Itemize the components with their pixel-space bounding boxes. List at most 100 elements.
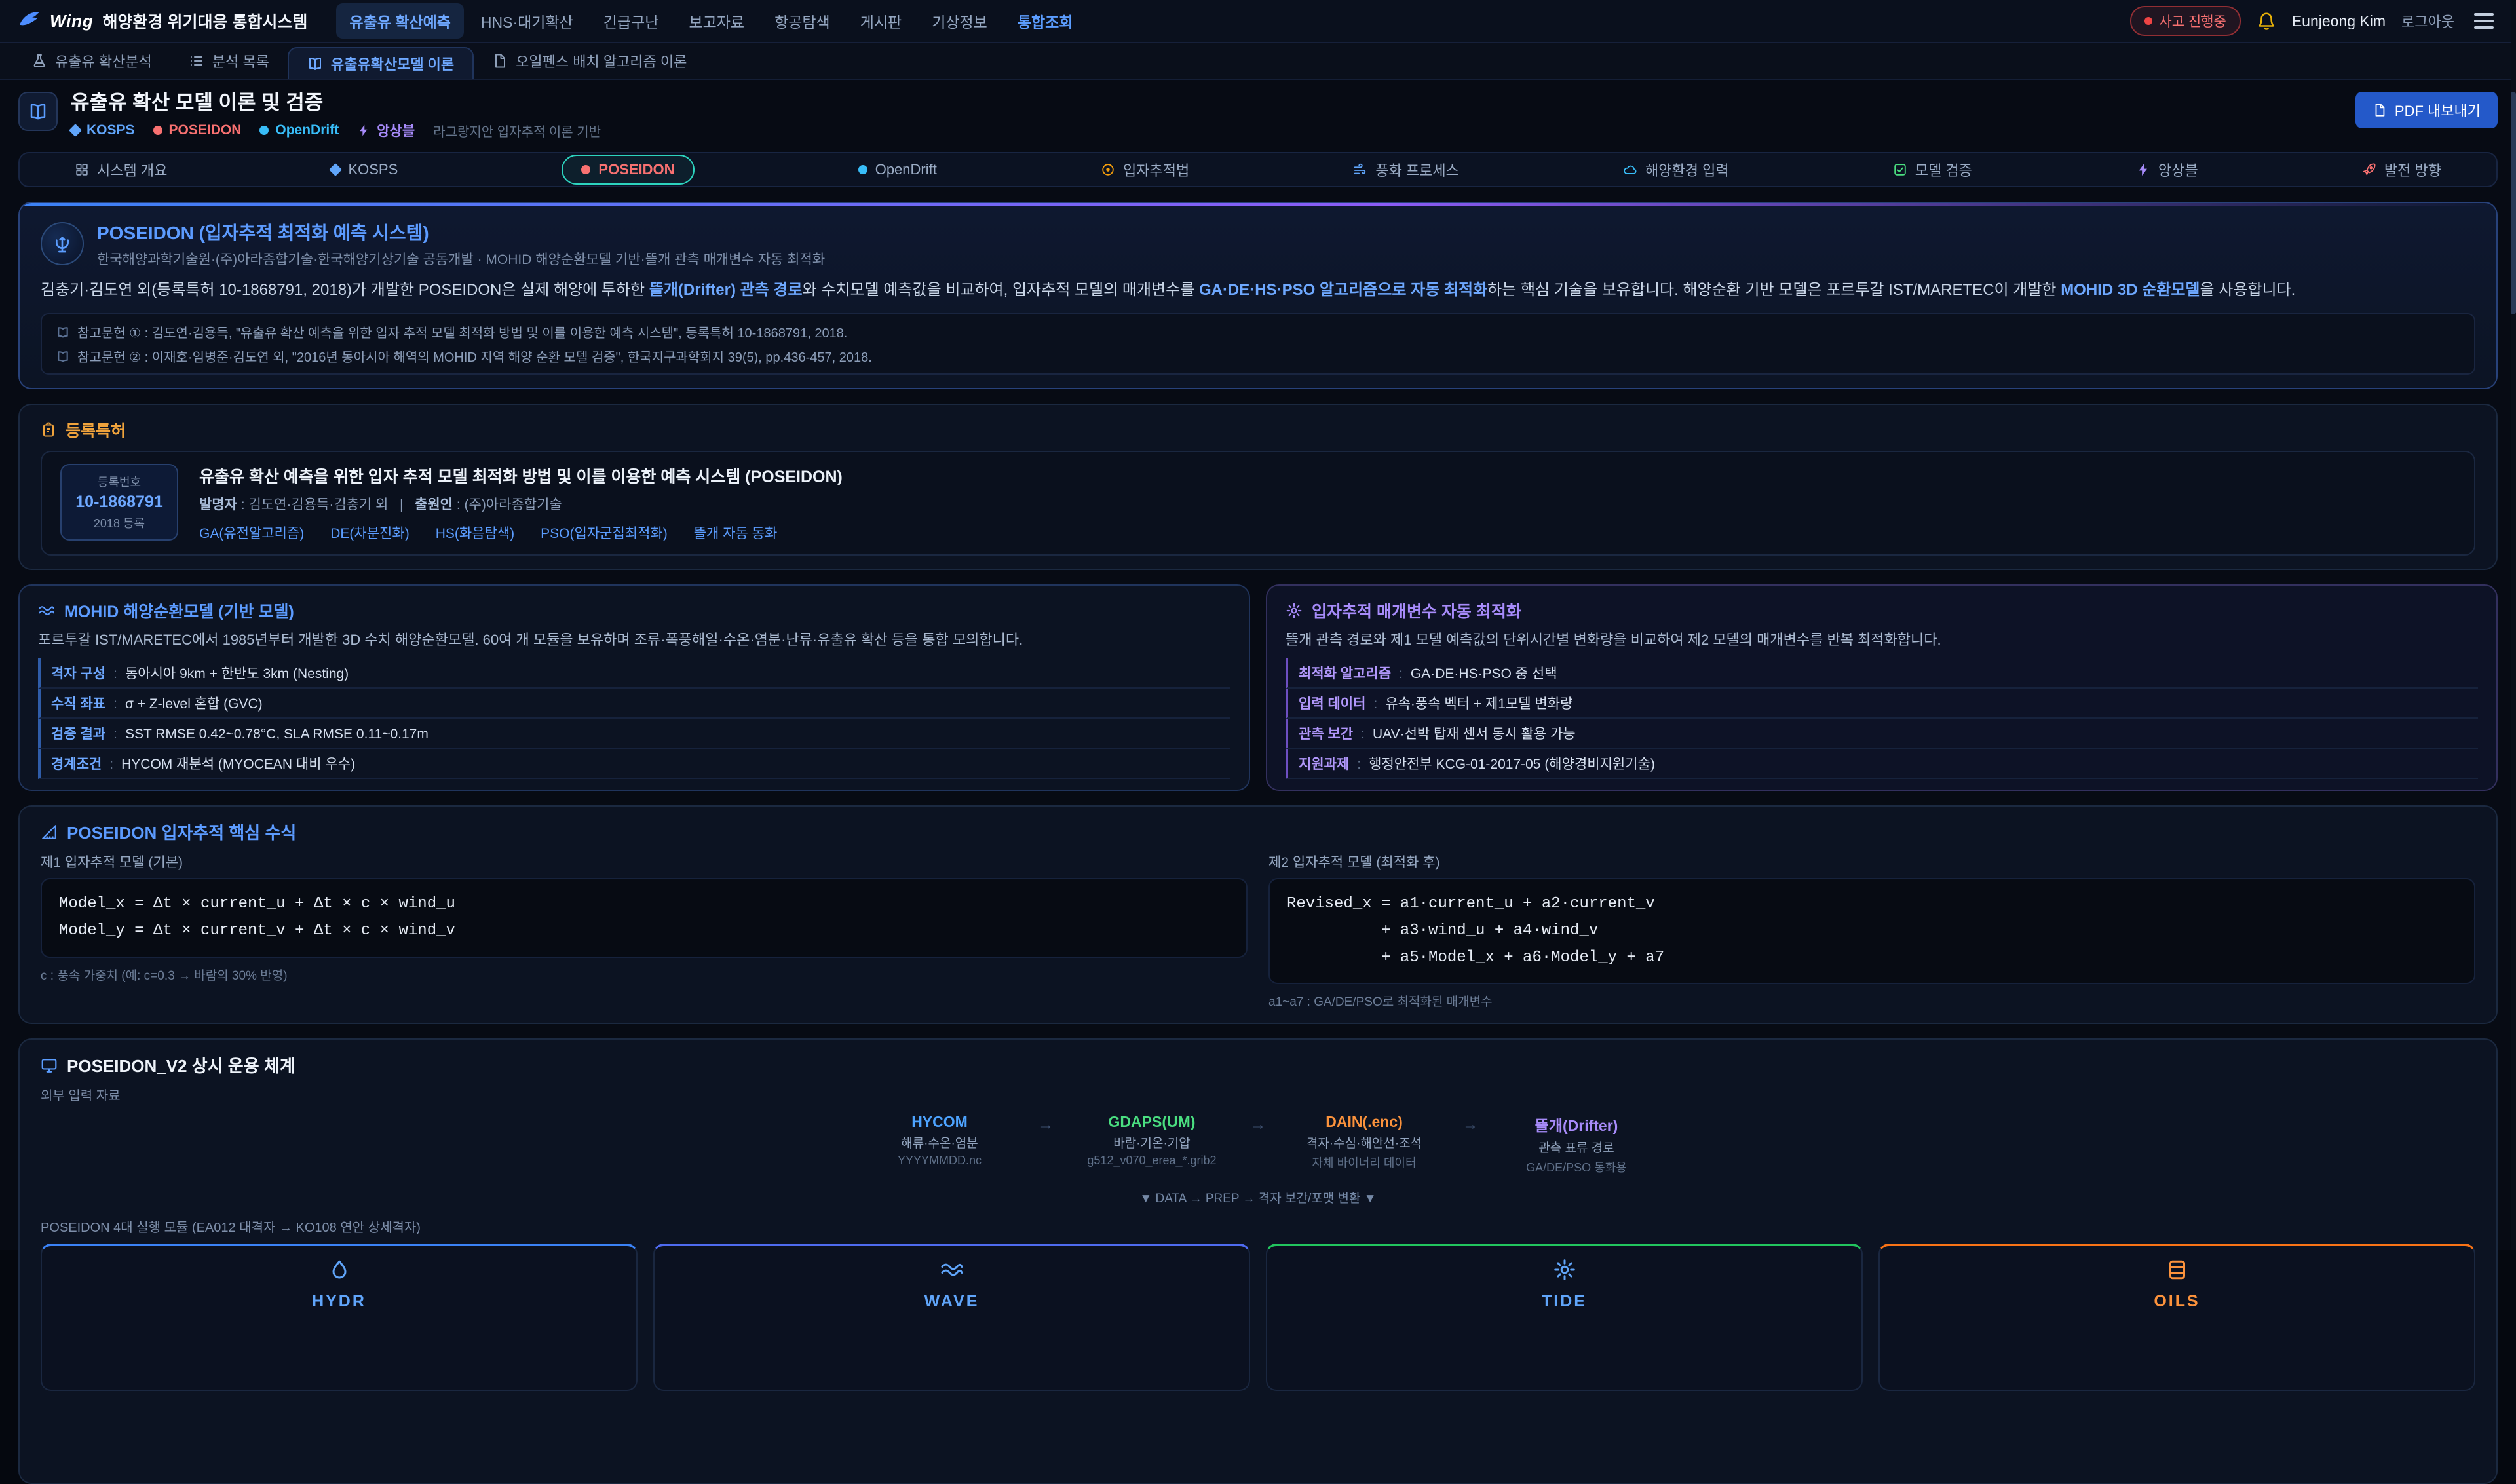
module-card-tide[interactable]: TIDE (1266, 1244, 1863, 1391)
poseidon-title-block: POSEIDON (입자추적 최적화 예측 시스템) 한국해양과학기술원·(주)… (97, 219, 825, 269)
flow-node-drifter: 뜰개(Drifter) 관측 표류 경로 GA/DE/PSO 동화용 (1499, 1113, 1654, 1175)
flow-node-dain: DAIN(.enc) 격자·수심·해안선·조석 자체 바이너리 데이터 (1287, 1113, 1441, 1171)
section-tab-validation[interactable]: 모델 검증 (1893, 159, 1972, 180)
patent-tag-pso[interactable]: PSO(입자군집최적화) (541, 523, 668, 542)
formula-model1: 제1 입자추적 모델 (기본) Model_x = Δt × current_u… (41, 844, 1248, 1010)
section-tab-future[interactable]: 발전 방향 (2362, 159, 2441, 180)
tab-analysis-list[interactable]: 분석 목록 (170, 43, 288, 79)
nav-item-board[interactable]: 게시판 (847, 3, 915, 39)
app-title: 해양환경 위기대응 통합시스템 (103, 9, 308, 33)
poseidon-description: 김충기·김도연 외(등록특허 10-1868791, 2018)가 개발한 PO… (41, 278, 2475, 303)
module-card-oils[interactable]: OILS (1878, 1244, 2475, 1391)
cloud-icon (1623, 162, 1637, 177)
module-card-hydr[interactable]: HYDR (41, 1244, 638, 1391)
list-icon (189, 53, 204, 69)
app-logo[interactable]: Wing 해양환경 위기대응 통합시스템 (18, 9, 307, 33)
book-icon (56, 326, 69, 339)
rocket-icon (2362, 162, 2376, 177)
patent-card: 등록특허 등록번호 10-1868791 2018 등록 유출유 확산 예측을 … (18, 404, 2498, 570)
section-tab-bar: 시스템 개요 KOSPS POSEIDON OpenDrift 입자추적법 풍화… (18, 152, 2498, 187)
user-name: Eunjeong Kim (2292, 12, 2386, 30)
beaker-icon (31, 53, 47, 69)
poseidon-title: POSEIDON (입자추적 최적화 예측 시스템) (97, 219, 825, 245)
monitor-icon (41, 1057, 58, 1074)
section-tab-particle-tracking[interactable]: 입자추적법 (1101, 159, 1189, 180)
logo-text: Wing (50, 11, 94, 31)
hamburger-menu-icon[interactable] (2470, 9, 2498, 33)
section-tab-weathering[interactable]: 풍화 프로세스 (1353, 159, 1459, 180)
patent-tag-de[interactable]: DE(차분진화) (330, 523, 409, 542)
section-tab-poseidon[interactable]: POSEIDON (562, 155, 694, 185)
formula-card: POSEIDON 입자추적 핵심 수식 제1 입자추적 모델 (기본) Mode… (18, 805, 2498, 1024)
badge-ensemble: 앙상블 (357, 121, 415, 140)
section-tab-opendrift[interactable]: OpenDrift (858, 161, 937, 178)
section-tab-ensemble[interactable]: 앙상블 (2136, 159, 2198, 180)
mohid-card-title: MOHID 해양순환모델 (기반 모델) (38, 599, 1230, 622)
page-title: 유출유 확산 모델 이론 및 검증 (71, 92, 601, 114)
notification-bell-icon[interactable] (2257, 11, 2276, 31)
formula-model1-label: 제1 입자추적 모델 (기본) (41, 852, 1248, 871)
mohid-card: MOHID 해양순환모델 (기반 모델) 포르투갈 IST/MARETEC에서 … (18, 584, 1250, 791)
tab-oil-fence-theory[interactable]: 오일펜스 배치 알고리즘 이론 (474, 43, 705, 79)
tab-label: 유출유 확산분석 (55, 50, 152, 71)
document-icon (492, 53, 508, 69)
logout-button[interactable]: 로그아웃 (2401, 10, 2454, 31)
spec-row-vertical: 수직 좌표:σ + Z-level 혼합 (GVC) (38, 689, 1230, 719)
patent-registration-badge: 등록번호 10-1868791 2018 등록 (60, 464, 178, 541)
patent-info: 유출유 확산 예측을 위한 입자 추적 모델 최적화 방법 및 이를 이용한 예… (199, 464, 843, 542)
page-scrollbar[interactable] (2511, 0, 2516, 1250)
formula-grid: 제1 입자추적 모델 (기본) Model_x = Δt × current_u… (41, 844, 2475, 1010)
scrollbar-thumb[interactable] (2511, 92, 2516, 314)
references-box: 참고문헌 ① : 김도연·김용득, "유출유 확산 예측을 위한 입자 추적 모… (41, 313, 2475, 375)
module-card-wave[interactable]: WAVE (653, 1244, 1250, 1391)
nav-item-reports[interactable]: 보고자료 (676, 3, 757, 39)
nav-item-integrated-search[interactable]: 통합조회 (1004, 3, 1086, 39)
page-title-block: 유출유 확산 모델 이론 및 검증 KOSPS POSEIDON OpenDri… (71, 92, 601, 140)
incident-status-badge[interactable]: 사고 진행중 (2130, 6, 2240, 36)
tab-spill-analysis[interactable]: 유출유 확산분석 (13, 43, 170, 79)
poseidon-card-header: POSEIDON (입자추적 최적화 예측 시스템) 한국해양과학기술원·(주)… (41, 219, 2475, 269)
badge-poseidon: POSEIDON (153, 123, 242, 138)
book-icon (307, 56, 323, 71)
reference-2: 참고문헌 ② : 이재호·임병준·김도연 외, "2016년 동아시아 해역의 … (56, 347, 2460, 366)
grid-icon (75, 162, 89, 177)
nav-item-aerial-search[interactable]: 항공탐색 (761, 3, 843, 39)
spec-row-boundary: 경계조건:HYCOM 재분석 (MYOCEAN 대비 우수) (38, 749, 1230, 779)
circle-icon (153, 126, 162, 135)
formula-model2-caption: a1~a7 : GA/DE/PSO로 최적화된 매개변수 (1268, 992, 2475, 1010)
spec-row-observation: 관측 보간:UAV·선박 탑재 센서 동시 활용 가능 (1286, 719, 2478, 749)
nav-item-hns-atmospheric[interactable]: HNS·대기확산 (468, 3, 586, 39)
section-tab-kosps[interactable]: KOSPS (331, 161, 398, 178)
formula-model1-caption: c : 풍속 가중치 (예: c=0.3 → 바람의 30% 반영) (41, 966, 1248, 983)
main-nav: 유출유 확산예측 HNS·대기확산 긴급구난 보고자료 항공탐색 게시판 기상정… (336, 3, 2112, 39)
formula-model2-label: 제2 입자추적 모델 (최적화 후) (1268, 852, 2475, 871)
tab-model-theory[interactable]: 유출유확산모델 이론 (288, 47, 474, 79)
patent-tag-drifter[interactable]: 뜰개 자동 동화 (694, 523, 778, 542)
mohid-spec-rows: 격자 구성:동아시아 9km + 한반도 3km (Nesting) 수직 좌표… (38, 658, 1230, 779)
oil-barrel-icon (2165, 1258, 2189, 1282)
section-tab-ocean-input[interactable]: 해양환경 입력 (1623, 159, 1729, 180)
nav-item-oil-spill-forecast[interactable]: 유출유 확산예측 (336, 3, 464, 39)
particle-icon (1101, 162, 1115, 177)
nav-item-weather[interactable]: 기상정보 (919, 3, 1001, 39)
data-flow-diagram: HYCOM 해류·수온·염분 YYYYMMDD.nc → GDAPS(UM) 바… (41, 1113, 2475, 1175)
wing-logo-icon (18, 10, 41, 32)
pdf-export-button[interactable]: PDF 내보내기 (2355, 92, 2498, 128)
patent-tag-hs[interactable]: HS(화음탐색) (436, 523, 514, 542)
nav-item-emergency-rescue[interactable]: 긴급구난 (590, 3, 672, 39)
spec-row-funding: 지원과제:행정안전부 KCG-01-2017-05 (해양경비지원기술) (1286, 749, 2478, 779)
patent-tag-ga[interactable]: GA(유전알고리즘) (199, 523, 304, 542)
tab-label: 오일펜스 배치 알고리즘 이론 (516, 50, 687, 71)
diamond-icon (330, 163, 343, 176)
circle-icon (581, 165, 590, 174)
section-tab-overview[interactable]: 시스템 개요 (75, 159, 167, 180)
page-tagline: 라그랑지안 입자추적 이론 기반 (433, 121, 601, 140)
formula-section-header: POSEIDON 입자추적 핵심 수식 (41, 820, 2475, 844)
wave-icon (38, 602, 55, 619)
lightning-icon (357, 124, 370, 137)
formula-model2-code: Revised_x = a1·current_u + a2·current_v … (1268, 878, 2475, 984)
gear-icon (1553, 1258, 1576, 1282)
operation-section-header: POSEIDON_V2 상시 운용 체계 (41, 1053, 2475, 1077)
poseidon-trident-icon (41, 222, 84, 265)
clipboard-icon (41, 422, 56, 438)
